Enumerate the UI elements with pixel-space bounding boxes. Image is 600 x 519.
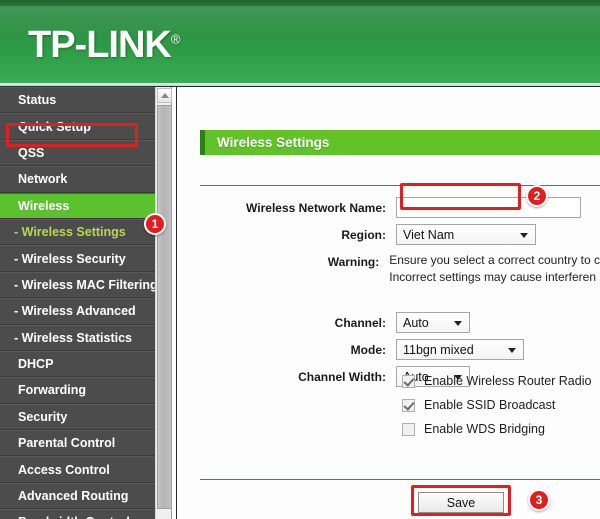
page-body: Status Quick Setup QSS Network Wireless - Wir…	[0, 86, 600, 519]
annotation-badge-3: 3	[528, 489, 550, 511]
checkbox-group: Enable Wireless Router Radio Enable SSID …	[178, 369, 600, 441]
row-channel: Channel: Auto	[178, 312, 600, 334]
sidebar-item-label: Parental Control	[18, 436, 116, 451]
warning-line-1: Ensure you select a correct country to c	[389, 253, 600, 267]
form-spacer	[178, 290, 600, 312]
sidebar-item-quick-setup[interactable]: Quick Setup	[0, 113, 155, 140]
sidebar-item-parental-control[interactable]: Parental Control	[0, 430, 155, 457]
sidebar-item-label: Quick Setup	[18, 119, 91, 134]
sidebar-item-qss[interactable]: QSS	[0, 139, 155, 167]
sidebar-item-dhcp[interactable]: DHCP	[0, 350, 155, 378]
row-mode: Mode: 11bgn mixed	[178, 339, 600, 361]
main-content: Wireless Settings Wireless Network Name:…	[178, 87, 600, 519]
annotation-badge-1: 1	[144, 213, 166, 235]
panel-title-bar: Wireless Settings	[200, 130, 600, 155]
sidebar-item-label: Bandwidth Control	[18, 515, 130, 519]
channel-select[interactable]: Auto	[396, 312, 470, 333]
warning-line-2: Incorrect settings may cause interferen	[389, 270, 596, 284]
region-select[interactable]: Viet Nam	[396, 224, 536, 245]
sidebar-item-label: DHCP	[18, 357, 54, 372]
checkbox-label: Enable Wireless Router Radio	[424, 374, 592, 388]
chevron-down-icon	[520, 232, 528, 238]
sidebar-item-bandwidth-control[interactable]: Bandwidth Control	[0, 509, 155, 519]
sidebar-item-wireless-advanced[interactable]: - Wireless Advanced	[0, 298, 155, 325]
sidebar-nav: Status Quick Setup QSS Network Wireless - Wir…	[0, 87, 155, 519]
checkbox-row-enable-wireless-router-radio[interactable]: Enable Wireless Router Radio	[178, 369, 600, 393]
sidebar-item-advanced-routing[interactable]: Advanced Routing	[0, 482, 155, 510]
sidebar-item-label: Advanced Routing	[18, 489, 129, 504]
channel-value: Auto	[403, 315, 429, 330]
sidebar-item-label: - Wireless MAC Filtering	[14, 277, 155, 292]
router-admin-page: TP-LINK® Status Quick Setup QSS Network Wire…	[0, 0, 600, 519]
mode-select[interactable]: 11bgn mixed	[396, 339, 524, 360]
sidebar-item-wireless[interactable]: Wireless	[0, 192, 155, 219]
warning-label: Warning:	[327, 255, 380, 269]
sidebar-scrollbar[interactable]	[155, 87, 172, 519]
sidebar-item-label: Network	[18, 172, 68, 187]
sidebar-item-label: QSS	[18, 145, 45, 160]
mode-value: 11bgn mixed	[403, 342, 474, 357]
row-warning: Warning: Ensure you select a correct cou…	[178, 251, 600, 285]
checkbox-row-enable-ssid-broadcast[interactable]: Enable SSID Broadcast	[178, 393, 600, 417]
checkbox-label: Enable WDS Bridging	[424, 422, 545, 436]
checkbox-enable-ssid-broadcast[interactable]	[402, 398, 415, 412]
sidebar-item-wireless-statistics[interactable]: - Wireless Statistics	[0, 324, 155, 351]
wireless-settings-form: Wireless Network Name: Region: Viet Nam	[178, 197, 600, 393]
page-title: Wireless Settings	[217, 135, 330, 150]
tp-link-logo: TP-LINK®	[28, 24, 181, 67]
sidebar-item-wireless-settings[interactable]: - Wireless Settings	[0, 218, 155, 246]
sidebar-item-label: - Wireless Statistics	[14, 330, 132, 345]
channel-label: Channel:	[334, 316, 386, 330]
region-label: Region:	[341, 228, 386, 242]
sidebar-item-forwarding[interactable]: Forwarding	[0, 377, 155, 404]
sidebar-item-security[interactable]: Security	[0, 403, 155, 431]
sidebar-item-label: Status	[18, 93, 57, 108]
checkbox-row-enable-wds-bridging[interactable]: Enable WDS Bridging	[178, 417, 600, 441]
chevron-down-icon	[454, 320, 462, 326]
annotation-badge-2: 2	[526, 185, 548, 207]
scroll-up-button[interactable]	[157, 88, 172, 103]
save-button[interactable]: Save	[418, 492, 504, 513]
mode-label: Mode:	[350, 343, 386, 357]
chevron-up-icon	[160, 93, 169, 98]
sidebar-item-wireless-mac-filtering[interactable]: - Wireless MAC Filtering	[0, 271, 155, 299]
sidebar-item-status[interactable]: Status	[0, 87, 155, 114]
scrollbar-thumb[interactable]	[157, 105, 172, 509]
sidebar-item-label: - Wireless Advanced	[14, 304, 136, 319]
sidebar-item-network[interactable]: Network	[0, 166, 155, 193]
sidebar-item-label: Security	[18, 409, 68, 424]
region-value: Viet Nam	[403, 227, 455, 242]
logo-text: TP-LINK	[28, 24, 172, 66]
sidebar-item-label: Wireless	[18, 198, 70, 213]
wireless-network-name-input[interactable]	[396, 197, 581, 218]
sidebar-item-label: - Wireless Settings	[14, 225, 126, 240]
checkbox-enable-wireless-router-radio[interactable]	[402, 374, 415, 388]
sidebar-item-label: Access Control	[18, 462, 110, 477]
site-header: TP-LINK®	[0, 0, 600, 86]
checkbox-label: Enable SSID Broadcast	[424, 398, 556, 412]
checkbox-enable-wds-bridging[interactable]	[402, 422, 415, 436]
chevron-down-icon	[508, 347, 516, 353]
sidebar-item-wireless-security[interactable]: - Wireless Security	[0, 245, 155, 272]
registered-mark-icon: ®	[170, 31, 181, 47]
sidebar-item-label: - Wireless Security	[14, 251, 126, 266]
content-divider	[173, 87, 177, 519]
sidebar-item-access-control[interactable]: Access Control	[0, 456, 155, 483]
sidebar-item-label: Forwarding	[18, 383, 87, 398]
ssid-label: Wireless Network Name:	[246, 201, 386, 215]
row-region: Region: Viet Nam	[178, 224, 600, 246]
content-rule-bottom	[200, 479, 600, 480]
